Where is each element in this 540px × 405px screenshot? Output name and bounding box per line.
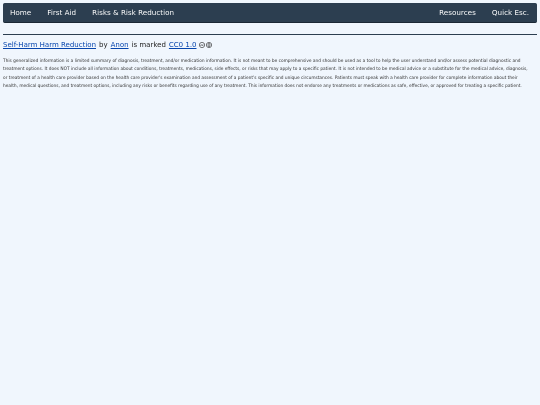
nav-first-aid[interactable]: First Aid (39, 3, 84, 23)
license-attribution: Self-Harm Harm Reduction by Anon is mark… (3, 41, 212, 49)
nav-right-group: Resources Quick Esc. (431, 3, 537, 23)
nav-resources[interactable]: Resources (431, 3, 484, 23)
author-link[interactable]: Anon (111, 41, 129, 49)
nav-home[interactable]: Home (3, 3, 39, 23)
is-marked-text: is marked (131, 41, 166, 49)
by-text: by (99, 41, 108, 49)
nav-risks-risk-reduction[interactable]: Risks & Risk Reduction (84, 3, 182, 23)
license-link[interactable]: CC0 1.0 (169, 41, 197, 49)
nav-left-group: Home First Aid Risks & Risk Reduction (3, 3, 182, 23)
zero-icon (205, 42, 212, 48)
license-icons: cc (198, 42, 212, 48)
header-divider (3, 34, 537, 35)
top-navbar: Home First Aid Risks & Risk Reduction Re… (3, 3, 537, 23)
work-title-link[interactable]: Self-Harm Harm Reduction (3, 41, 96, 49)
nav-quick-escape[interactable]: Quick Esc. (484, 3, 537, 23)
medical-disclaimer: This generalized information is a limite… (3, 59, 528, 89)
cc-icon: cc (198, 42, 205, 48)
svg-text:cc: cc (200, 43, 204, 47)
